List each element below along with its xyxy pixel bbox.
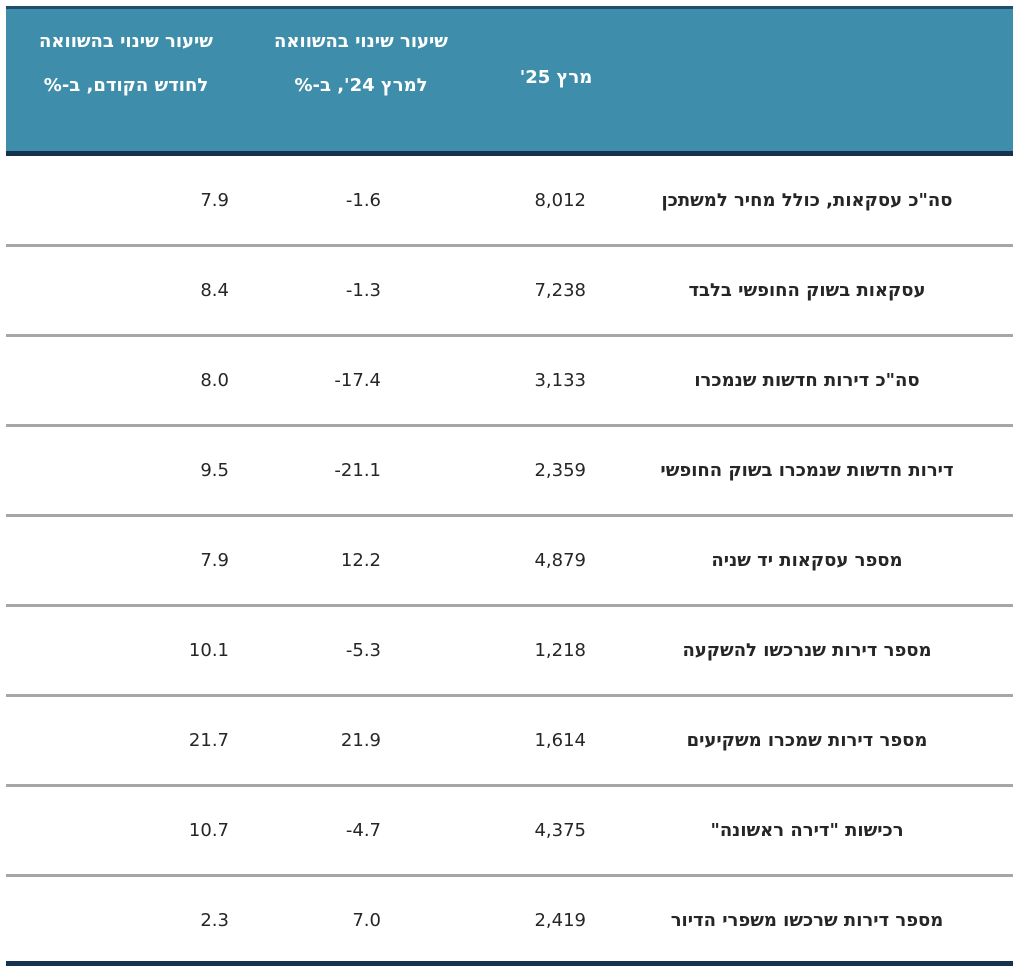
header-value-label: מרץ 25'	[519, 67, 593, 88]
value-cell: 4,879	[534, 550, 586, 571]
change-prev-month-cell: 2.3	[200, 910, 229, 931]
table-row: 8.0 -17.4 3,133 סה"כ דירות חדשות שנמכרו	[6, 336, 1013, 425]
row-label: סה"כ עסקאות, כולל מחיר למשתכן	[661, 190, 953, 211]
header-current-month: מרץ 25'	[476, 67, 636, 89]
value-cell: 2,419	[534, 910, 586, 931]
table-row: 10.1 -5.3 1,218 מספר דירות שנרכשו להשקעה	[6, 606, 1013, 695]
value-cell: 4,375	[534, 820, 586, 841]
change-yoy-cell: -21.1	[334, 460, 381, 481]
change-prev-month-cell: 8.0	[200, 370, 229, 391]
table-row: 21.7 21.9 1,614 מספר דירות שמכרו משקיעים	[6, 696, 1013, 785]
table-row: 8.4 -1.3 7,238 עסקאות בשוק החופשי בלבד	[6, 246, 1013, 335]
value-cell: 2,359	[534, 460, 586, 481]
change-yoy-cell: 21.9	[340, 730, 381, 751]
change-yoy-cell: -1.6	[345, 190, 381, 211]
table-bottom-divider	[6, 961, 1013, 966]
change-prev-month-cell: 7.9	[200, 550, 229, 571]
row-label: מספר דירות שמכרו משקיעים	[686, 730, 928, 751]
change-yoy-cell: 7.0	[352, 910, 381, 931]
row-label: מספר עסקאות יד שניה	[711, 550, 903, 571]
change-prev-month-cell: 7.9	[200, 190, 229, 211]
table-header: שיעור שינוי בהשוואה לחודש הקודם, ב-% שיע…	[6, 6, 1013, 151]
value-cell: 1,614	[534, 730, 586, 751]
value-cell: 3,133	[534, 370, 586, 391]
table-row: 10.7 -4.7 4,375 רכישות "דירה ראשונה"	[6, 786, 1013, 875]
table-row: 7.9 -1.6 8,012 סה"כ עסקאות, כולל מחיר למשתכ…	[6, 156, 1013, 245]
change-yoy-cell: -5.3	[345, 640, 381, 661]
change-prev-month-cell: 10.1	[188, 640, 229, 661]
row-label: רכישות "דירה ראשונה"	[710, 820, 904, 841]
header-change-vs-previous-month: שיעור שינוי בהשוואה לחודש הקודם, ב-%	[6, 31, 246, 96]
header-yoy-line2: למרץ 24', ב-%	[294, 74, 428, 96]
row-label: עסקאות בשוק החופשי בלבד	[688, 280, 926, 301]
change-prev-month-cell: 10.7	[188, 820, 229, 841]
change-yoy-cell: -1.3	[345, 280, 381, 301]
table-row: 7.9 12.2 4,879 מספר עסקאות יד שניה	[6, 516, 1013, 605]
value-cell: 1,218	[534, 640, 586, 661]
row-label: מספר דירות שרכשו משפרי הדיור	[670, 910, 944, 931]
change-yoy-cell: -4.7	[345, 820, 381, 841]
value-cell: 7,238	[534, 280, 586, 301]
header-change-vs-last-year: שיעור שינוי בהשוואה למרץ 24', ב-%	[246, 31, 476, 96]
change-prev-month-cell: 8.4	[200, 280, 229, 301]
row-label: סה"כ דירות חדשות שנמכרו	[694, 370, 920, 391]
table-row: 2.3 7.0 2,419 מספר דירות שרכשו משפרי הדיור	[6, 876, 1013, 965]
row-label: מספר דירות שנרכשו להשקעה	[682, 640, 932, 661]
header-yoy-line1: שיעור שינוי בהשוואה	[274, 31, 448, 52]
table-row: 9.5 -21.1 2,359 דירות חדשות שנמכרו בשוק החו…	[6, 426, 1013, 515]
change-yoy-cell: -17.4	[334, 370, 381, 391]
change-prev-month-cell: 21.7	[188, 730, 229, 751]
change-yoy-cell: 12.2	[340, 550, 381, 571]
housing-transactions-table: שיעור שינוי בהשוואה לחודש הקודם, ב-% שיע…	[6, 6, 1013, 968]
change-prev-month-cell: 9.5	[200, 460, 229, 481]
row-label: דירות חדשות שנמכרו בשוק החופשי	[660, 460, 954, 481]
value-cell: 8,012	[534, 190, 586, 211]
header-prev-line2: לחודש הקודם, ב-%	[43, 74, 209, 96]
header-prev-line1: שיעור שינוי בהשוואה	[39, 31, 213, 52]
